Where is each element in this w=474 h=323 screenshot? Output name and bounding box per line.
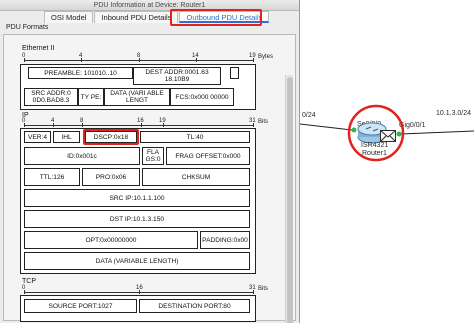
ver-field[interactable]: VER:4: [24, 131, 51, 143]
ruler-unit: Bits: [258, 286, 269, 292]
type-field[interactable]: TY PE:: [78, 88, 104, 106]
pdu-information-window: PDU Information at Device: Router1 OSI M…: [0, 0, 300, 323]
ruler-label: 0: [22, 53, 26, 59]
ethernet-section-title: Ethernet II: [22, 45, 55, 52]
pdu-envelope-icon[interactable]: [380, 130, 396, 142]
preamble-field[interactable]: PREAMBLE: 101010..10: [28, 67, 133, 79]
ruler-label: 16: [136, 285, 143, 291]
ruler-label: 14: [192, 53, 199, 59]
ruler-label: 19: [249, 53, 256, 59]
ruler-unit: Bytes: [258, 54, 274, 60]
pdu-formats-label: PDU Formats: [6, 24, 49, 31]
ruler-label: 16: [137, 118, 144, 124]
ruler-unit: Bits: [258, 119, 269, 125]
screen: 0/24 10.1.3.0/24 Se0/2/0 Gig0/0/1 ISR432…: [0, 0, 474, 323]
tcp-section-title: TCP: [22, 278, 36, 285]
ruler-label: 0: [22, 285, 26, 291]
router-model-label: ISR4321: [361, 142, 389, 149]
ruler-label: 31: [249, 285, 256, 291]
tcp-ruler: 0 16 31 Bits: [22, 285, 268, 295]
padding-field[interactable]: PADDING:0x00: [200, 231, 250, 249]
src-ip-field[interactable]: SRC IP:10.1.1.100: [24, 189, 250, 207]
outbound-tab-highlight: [170, 9, 262, 26]
ethernet-ruler: 0 4 8 14 19 Bytes: [22, 53, 273, 63]
src-addr-field[interactable]: SRC ADDR:0 0D0.BAD8.3: [24, 88, 78, 106]
ethernet-extra-field[interactable]: [230, 67, 239, 79]
frag-offset-field[interactable]: FRAG OFFSET:0x000: [166, 147, 250, 165]
flags-field[interactable]: FLA GS:0: [142, 147, 164, 165]
right-network-label: 10.1.3.0/24: [436, 110, 472, 117]
gig-link[interactable]: [400, 130, 474, 135]
dest-addr-field[interactable]: DEST ADDR:0001.63 18.10B9: [133, 67, 221, 85]
source-port-field[interactable]: SOURCE PORT:1027: [24, 299, 137, 313]
protocol-field[interactable]: PRO:0x06: [82, 168, 140, 186]
tab-inbound-pdu-details[interactable]: Inbound PDU Details: [94, 11, 179, 23]
ruler-label: 4: [79, 53, 83, 59]
ttl-field[interactable]: TTL:126: [24, 168, 80, 186]
vertical-scrollbar[interactable]: [285, 75, 293, 323]
ruler-label: 31: [249, 118, 256, 124]
ruler-label: 8: [80, 118, 84, 124]
ip-data-field[interactable]: DATA (VARIABLE LENGTH): [24, 252, 250, 270]
ruler-label: 19: [159, 118, 166, 124]
left-network-label: 0/24: [302, 112, 316, 119]
tab-osi-model[interactable]: OSI Model: [44, 11, 94, 23]
ruler-label: 4: [51, 118, 55, 124]
dst-ip-field[interactable]: DST IP:10.1.3.150: [24, 210, 250, 228]
dscp-highlight: [83, 129, 139, 145]
pdu-formats-pane: Ethernet II 0 4 8 14 19 Bytes PREAMBLE: …: [3, 34, 296, 323]
ip-ruler: 0 4 8 16 19 31 Bits: [22, 118, 268, 128]
options-field[interactable]: OPT:0x00000000: [24, 231, 198, 249]
fcs-field[interactable]: FCS:0x000 00000: [170, 88, 234, 106]
router-name-label: Router1: [362, 150, 387, 157]
destination-port-field[interactable]: DESTINATION PORT:80: [139, 299, 250, 313]
ethernet-data-field[interactable]: DATA (VARI ABLE LENGT: [104, 88, 170, 106]
id-field[interactable]: ID:0x001c: [24, 147, 140, 165]
ruler-label: 8: [137, 53, 141, 59]
ruler-label: 0: [22, 118, 26, 124]
router1-node[interactable]: ISR4321 Router1: [343, 102, 411, 166]
scrollbar-thumb[interactable]: [287, 77, 293, 323]
tl-field[interactable]: TL:40: [140, 131, 250, 143]
ihl-field[interactable]: IHL: [53, 131, 80, 143]
checksum-field[interactable]: CHKSUM: [142, 168, 250, 186]
